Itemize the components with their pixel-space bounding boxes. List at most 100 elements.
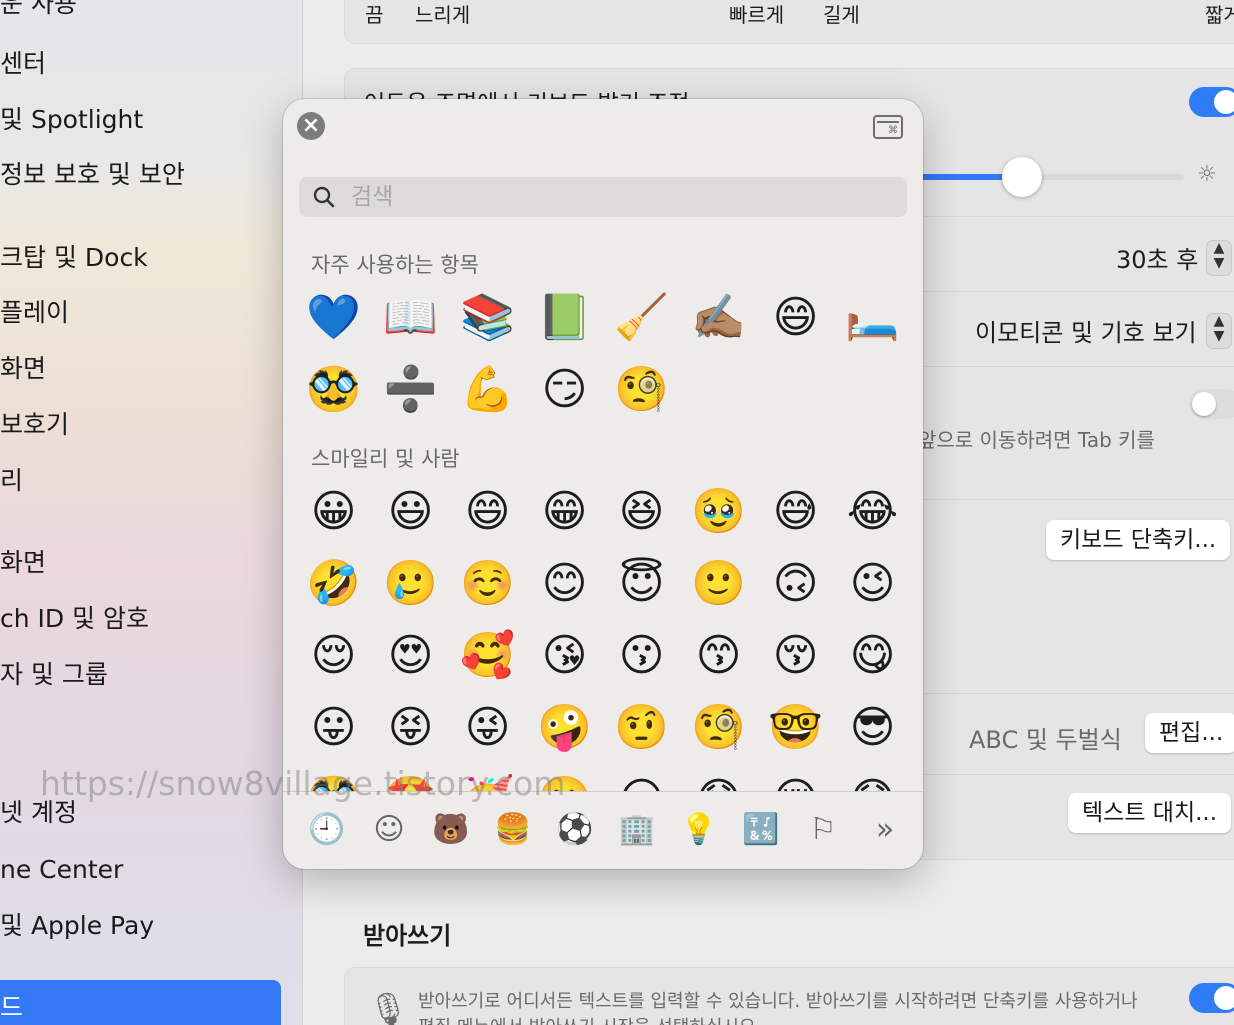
- brightness-slider-thumb[interactable]: [1002, 157, 1042, 197]
- globe-key-value[interactable]: 이모티콘 및 기호 보기: [975, 313, 1197, 348]
- food-category-icon[interactable]: 🍔: [493, 810, 533, 850]
- close-button[interactable]: ×: [297, 112, 325, 140]
- emoji-cell[interactable]: 😛: [295, 692, 372, 764]
- sidebar-item[interactable]: 보호기: [0, 405, 69, 445]
- emoji-cell[interactable]: 😋: [834, 620, 911, 692]
- emoji-cell[interactable]: 😄: [757, 282, 834, 354]
- sidebar-item[interactable]: 플레이: [0, 293, 69, 333]
- emoji-cell[interactable]: 🥲: [372, 548, 449, 620]
- emoji-cell[interactable]: 😙: [680, 620, 757, 692]
- emoji-cell[interactable]: 🥸: [295, 354, 372, 426]
- recent-icon[interactable]: 🕘: [307, 810, 347, 850]
- emoji-cell[interactable]: 😗: [603, 620, 680, 692]
- emoji-cell[interactable]: 😟: [834, 764, 911, 791]
- emoji-cell[interactable]: 😍: [372, 620, 449, 692]
- search-box[interactable]: [299, 177, 907, 217]
- sidebar-item[interactable]: 센터: [0, 44, 46, 84]
- emoji-cell[interactable]: 😏: [526, 354, 603, 426]
- dictation-toggle[interactable]: [1189, 983, 1234, 1013]
- emoji-cell[interactable]: 😒: [603, 764, 680, 791]
- emoji-cell[interactable]: 😄: [449, 476, 526, 548]
- emoji-cell[interactable]: 🥸: [295, 764, 372, 791]
- sidebar-item[interactable]: 화면: [0, 349, 46, 389]
- emoji-cell[interactable]: 😜: [449, 692, 526, 764]
- sidebar-item[interactable]: 넷 계정: [0, 793, 77, 833]
- emoji-cell[interactable]: 😎: [834, 692, 911, 764]
- emoji-cell[interactable]: 😇: [603, 548, 680, 620]
- sidebar-item[interactable]: 화면: [0, 543, 46, 583]
- emoji-cell[interactable]: ☺️: [449, 548, 526, 620]
- emoji-cell[interactable]: 😃: [372, 476, 449, 548]
- sidebar-item[interactable]: 및 Apple Pay: [0, 906, 154, 946]
- brightness-toggle[interactable]: [1189, 87, 1234, 117]
- emoji-cell[interactable]: 🧐: [680, 692, 757, 764]
- emoji-cell[interactable]: 😚: [757, 620, 834, 692]
- emoji-cell[interactable]: 😅: [757, 476, 834, 548]
- emoji-cell[interactable]: 🤩: [372, 764, 449, 791]
- activity-category-icon[interactable]: ⚽: [555, 810, 595, 850]
- animal-category-icon[interactable]: 🐻: [431, 810, 471, 850]
- emoji-cell[interactable]: 😀: [295, 476, 372, 548]
- sidebar-item[interactable]: 정보 보호 및 보안: [0, 155, 185, 195]
- text-replacements-button[interactable]: 텍스트 대치...: [1068, 793, 1232, 833]
- input-sources-edit-button[interactable]: 편집...: [1145, 713, 1234, 753]
- sidebar-item-selected[interactable]: 드: [0, 980, 281, 1025]
- emoji-cell[interactable]: 🙃: [757, 548, 834, 620]
- smiley-category-icon[interactable]: ☺: [369, 810, 409, 850]
- emoji-cell[interactable]: 🥹: [680, 476, 757, 548]
- emoji-cell[interactable]: 🙂: [680, 548, 757, 620]
- search-input[interactable]: [351, 177, 891, 217]
- brightness-slider-track[interactable]: [904, 174, 1184, 180]
- backlight-off-stepper[interactable]: ▲ ▼: [1207, 241, 1231, 275]
- emoji-cell[interactable]: 😆: [603, 476, 680, 548]
- frequently-used-grid: 💙 📖 📚 📗 🧹 ✍🏽 😄 🛏️ 🥸 ➗ 💪 😏 🧐: [295, 282, 915, 426]
- more-icon[interactable]: »: [865, 810, 905, 850]
- emoji-cell[interactable]: 🧐: [603, 354, 680, 426]
- emoji-scroll-area[interactable]: × ⌘ 자주 사용하는 항목 💙📖📚📗🧹✍🏽😄🛏️🥸➗💪😏🧐 스마일리 및 사람…: [283, 99, 923, 791]
- emoji-cell[interactable]: 🥰: [449, 620, 526, 692]
- delay-short-label: 짧게: [1205, 3, 1234, 27]
- emoji-cell[interactable]: ➗: [372, 354, 449, 426]
- sidebar-item[interactable]: 크탑 및 Dock: [0, 238, 148, 278]
- sidebar-item[interactable]: 자 및 그룹: [0, 655, 108, 695]
- travel-category-icon[interactable]: 🏢: [617, 810, 657, 850]
- emoji-cell[interactable]: 😊: [526, 548, 603, 620]
- sidebar-item[interactable]: 및 Spotlight: [0, 100, 143, 140]
- keyboard-shortcuts-button[interactable]: 키보드 단축키...: [1046, 520, 1231, 560]
- character-viewer-button[interactable]: ⌘: [873, 115, 903, 139]
- emoji-cell[interactable]: 😁: [526, 476, 603, 548]
- emoji-cell[interactable]: ✍🏽: [680, 282, 757, 354]
- emoji-cell[interactable]: 😉: [834, 548, 911, 620]
- emoji-cell[interactable]: 📚: [449, 282, 526, 354]
- emoji-cell[interactable]: 🙂: [526, 764, 603, 791]
- sidebar-item[interactable]: ch ID 및 암호: [0, 599, 149, 639]
- emoji-cell[interactable]: 😌: [295, 620, 372, 692]
- emoji-cell[interactable]: 😞: [680, 764, 757, 791]
- emoji-cell[interactable]: 💪: [449, 354, 526, 426]
- backlight-off-value[interactable]: 30초 후: [1116, 240, 1198, 275]
- sidebar-item[interactable]: 리: [0, 461, 23, 501]
- emoji-cell[interactable]: 🤨: [603, 692, 680, 764]
- keyboard-navigation-toggle[interactable]: [1189, 389, 1234, 419]
- emoji-cell[interactable]: 💙: [295, 282, 372, 354]
- emoji-cell[interactable]: 😔: [757, 764, 834, 791]
- emoji-cell[interactable]: 🤣: [295, 548, 372, 620]
- emoji-picker-popup: × ⌘ 자주 사용하는 항목 💙📖📚📗🧹✍🏽😄🛏️🥸➗💪😏🧐 스마일리 및 사람…: [283, 99, 923, 869]
- emoji-cell[interactable]: 📗: [526, 282, 603, 354]
- sidebar-item[interactable]: ne Center: [0, 850, 123, 890]
- objects-category-icon[interactable]: 💡: [679, 810, 719, 850]
- emoji-cell[interactable]: 😝: [372, 692, 449, 764]
- sidebar-item[interactable]: 운 사용: [0, 0, 77, 24]
- speed-slow-label: 느리게: [415, 3, 471, 27]
- emoji-cell[interactable]: 🥳: [449, 764, 526, 791]
- emoji-cell[interactable]: 🤪: [526, 692, 603, 764]
- emoji-cell[interactable]: 📖: [372, 282, 449, 354]
- emoji-cell[interactable]: 😘: [526, 620, 603, 692]
- emoji-cell[interactable]: 😂: [834, 476, 911, 548]
- emoji-cell[interactable]: 🛏️: [834, 282, 911, 354]
- emoji-cell[interactable]: 🤓: [757, 692, 834, 764]
- flags-category-icon[interactable]: ⚐: [803, 810, 843, 850]
- emoji-cell[interactable]: 🧹: [603, 282, 680, 354]
- globe-key-stepper[interactable]: ▲ ▼: [1207, 314, 1231, 348]
- symbols-category-icon[interactable]: 🔣: [741, 810, 781, 850]
